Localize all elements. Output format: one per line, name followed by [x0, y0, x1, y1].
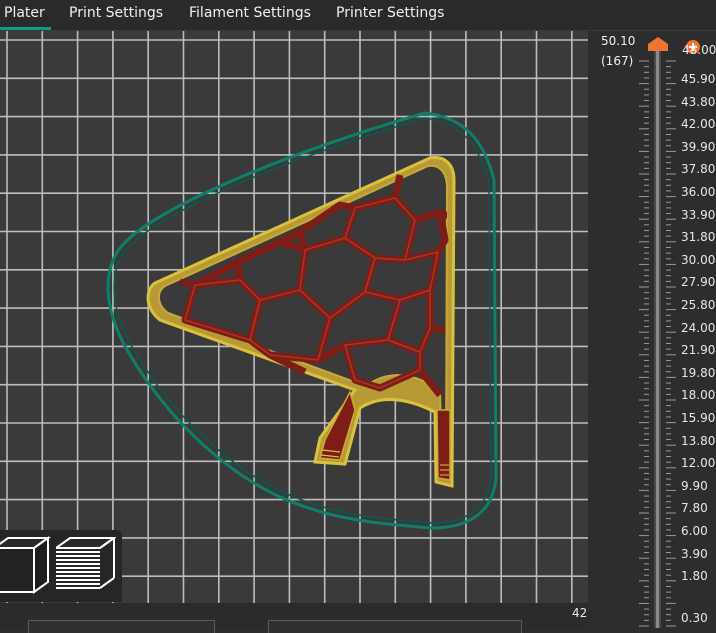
tab-print-settings[interactable]: Print Settings	[69, 0, 163, 30]
slider-tick-label: 45.90	[681, 72, 716, 86]
layer-bottom-value: 0.30	[681, 611, 708, 625]
slider-tick-label: 13.80	[681, 433, 716, 448]
preview-viewport[interactable]	[0, 31, 588, 603]
slider-tick-label: 25.80	[681, 298, 716, 312]
slider-tick-label: 37.80	[681, 162, 716, 177]
slider-tick-label: 24.00	[681, 320, 716, 335]
slider-tick-label: 6.00	[681, 524, 708, 538]
horizontal-slider-right[interactable]	[268, 620, 522, 633]
slider-tick-label: 18.00	[681, 388, 716, 403]
slider-track-fill	[656, 45, 659, 628]
horizontal-slider-strip	[0, 603, 588, 633]
slider-tick-label: 31.80	[681, 230, 716, 245]
slider-tick-label: 3.90	[681, 546, 708, 561]
gcode-preview-canvas[interactable]	[0, 31, 588, 603]
slider-tick-label: 42.00	[681, 117, 716, 132]
slider-tick-label: 27.90	[681, 275, 716, 290]
slider-tick-label: 33.90	[681, 207, 716, 222]
view-toolbar	[0, 530, 122, 602]
upper-thumb-icon[interactable]	[648, 37, 668, 51]
slider-tick-label: 43.80	[681, 94, 716, 109]
tab-plater[interactable]: Plater	[0, 0, 51, 30]
layer-slider-panel: 50.10 (167) 48.00 45.90 43.80 42.00 39.90 37…	[588, 31, 716, 628]
tab-filament-settings[interactable]: Filament Settings	[189, 0, 311, 30]
slider-tick-label: 1.80	[681, 569, 708, 584]
slider-tick-label: 36.00	[681, 185, 716, 199]
tab-bar: Plater Print Settings Filament Settings …	[0, 0, 716, 31]
slider-tick-label: 21.90	[681, 343, 716, 358]
slider-tick-label: 15.90	[681, 411, 716, 425]
cube-view-icon[interactable]	[0, 534, 56, 598]
slider-tick-label: 7.80	[681, 501, 708, 516]
tab-printer-settings[interactable]: Printer Settings	[336, 0, 444, 30]
layers-view-icon[interactable]	[52, 534, 118, 598]
slider-tick-top: 48.00	[682, 43, 716, 57]
slider-tick-label: 39.90	[681, 139, 716, 154]
slider-tick-label: 19.80	[681, 365, 716, 380]
horizontal-slider-left[interactable]	[28, 620, 215, 633]
slider-tick-label: 9.90	[681, 478, 708, 493]
horizontal-slider-count: 42	[572, 606, 588, 620]
slider-tick-label: 30.00	[681, 252, 716, 267]
slider-tick-label: 12.00	[681, 456, 716, 471]
